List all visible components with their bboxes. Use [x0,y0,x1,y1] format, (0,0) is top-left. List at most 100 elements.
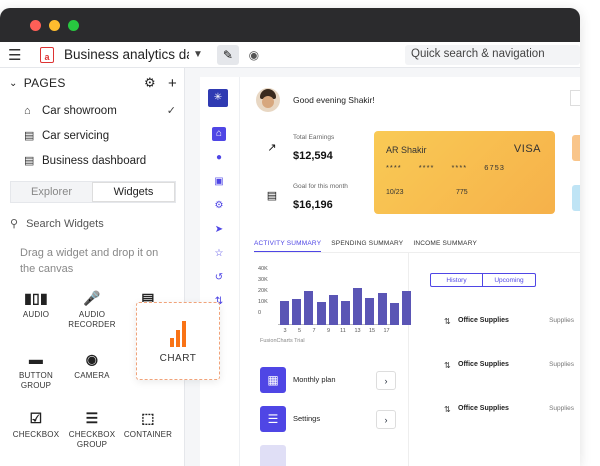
menu-label: Monthly plan [293,375,336,384]
home-nav-icon[interactable]: ⌂ [212,127,226,141]
dashboard-app: ✳ ⌂ ● ▣ ⚙ ➤ ☆ ↺ ⇅ Good evening Shakir! ↗… [200,77,580,466]
menu-partial[interactable] [260,445,396,466]
send-nav-icon[interactable]: ➤ [212,223,226,237]
chart-bar[interactable] [341,300,350,325]
chart-bar[interactable] [402,290,411,325]
chart-bar[interactable] [365,297,375,325]
history-button[interactable]: History [430,273,483,287]
avatar [256,88,280,112]
sidebar: ⌄ PAGES ⚙ + ⌂ Car showroom ✓ ▤ Car servi… [0,68,185,466]
widget-audio-recorder[interactable]: 🎤 AUDIO RECORDER [67,290,117,330]
total-earnings-value: $12,594 [293,150,333,162]
quick-search-input[interactable]: Quick search & navigation [405,45,580,65]
upcoming-button[interactable]: Upcoming [483,273,536,287]
app-toolbar: ☰ a Business analytics das… ▼ ✎ ◉ Quick … [0,42,580,68]
search-widgets-input[interactable]: ⚲ Search Widgets [10,217,104,230]
app-brand-icon[interactable]: ✳ [208,89,228,107]
edit-mode-pencil-icon[interactable]: ✎ [216,44,239,65]
gear-icon[interactable]: ⚙ [144,75,156,91]
page-item-car-showroom[interactable]: ⌂ Car showroom ✓ [0,98,184,123]
preview-eye-icon[interactable]: ◉ [243,45,265,65]
canvas-edge-card [570,90,580,106]
history-upcoming-toggle: History Upcoming [430,273,536,287]
history-nav-icon[interactable]: ↺ [212,271,226,285]
chart-bar[interactable] [328,295,338,325]
tabs-divider [254,252,580,253]
menu-monthly-plan[interactable]: ▦ Monthly plan › [260,367,396,393]
user-nav-icon[interactable]: ● [212,151,226,165]
check-icon: ✓ [166,105,176,117]
goal-label: Goal for this month [293,183,348,190]
card-cvv: 775 [456,189,468,196]
widget-button-group[interactable]: ▬ BUTTON GROUP [11,351,61,391]
chart-bar[interactable] [292,298,302,325]
page-item-car-servicing[interactable]: ▤ Car servicing [0,123,184,148]
card-expiry: 10/23 [386,189,404,196]
chart-bar[interactable] [304,290,314,325]
chevron-down-icon[interactable]: ▼ [193,49,203,60]
widget-camera[interactable]: ◉ CAMERA [67,351,117,381]
tab-income-summary[interactable]: INCOME SUMMARY [413,240,477,252]
credit-card[interactable]: AR Shakir VISA **** **** **** 6753 10/23… [374,131,555,214]
page-item-label: Car servicing [42,129,110,142]
collapse-chevron-icon[interactable]: ⌄ [9,78,18,89]
widget-checkbox[interactable]: ☑ CHECKBOX [11,410,61,440]
checkbox-icon: ☑ [29,410,43,426]
add-page-plus-icon[interactable]: + [168,75,177,92]
next-card-peek [572,135,580,161]
transfer-arrows-icon: ⇅ [444,317,451,326]
card-number: **** **** **** 6753 [386,163,505,172]
minimize-window-button[interactable] [49,19,60,31]
sliders-icon: ☰ [260,406,286,432]
tab-activity-summary[interactable]: ACTIVITY SUMMARY [254,240,322,252]
chart-bar[interactable] [389,303,399,325]
transaction-category: Supplies [549,405,574,412]
widget-label: CAMERA [74,371,110,380]
transaction-category: Supplies [549,317,574,324]
container-icon: ⬚ [141,410,155,426]
widget-label: BUTTON GROUP [19,371,53,390]
chart-bar[interactable] [280,300,289,325]
page-item-label: Car showroom [42,104,117,117]
dragging-chart-widget[interactable]: CHART [136,302,220,380]
y-tick-label: 0 [258,310,262,316]
button-group-icon: ▬ [28,351,44,367]
y-tick-label: 20K [258,288,268,294]
y-tick-label: 40K [258,266,268,272]
card-brand: VISA [513,143,541,155]
star-nav-icon[interactable]: ☆ [212,247,226,261]
y-tick-label: 30K [258,277,268,283]
page-item-label: Business dashboard [42,154,147,167]
widget-container[interactable]: ⬚ CONTAINER [123,410,173,440]
hamburger-menu-icon[interactable]: ☰ [8,46,32,64]
chat-nav-icon[interactable]: ▣ [212,175,226,189]
app-title[interactable]: Business analytics das… [64,47,189,62]
trend-up-icon: ↗ [267,141,277,154]
settings-nav-icon[interactable]: ⚙ [212,199,226,213]
chart-bar[interactable] [377,293,387,325]
close-window-button[interactable] [30,19,41,31]
audio-icon: ▮▯▮ [24,290,48,306]
calendar-icon: ▦ [260,367,286,393]
chart-credit: FusionCharts Trial [260,338,305,344]
y-tick-label: 10K [258,299,268,305]
search-widgets-placeholder: Search Widgets [26,218,104,230]
x-tick-label: 11 [340,328,346,334]
tab-widgets[interactable]: Widgets [92,182,175,202]
chevron-right-icon[interactable]: › [376,410,396,429]
chevron-right-icon[interactable]: › [376,371,396,390]
widget-audio[interactable]: ▮▯▮ AUDIO [11,290,61,320]
maximize-window-button[interactable] [68,19,79,31]
widget-checkbox-group[interactable]: ☰ CHECKBOX GROUP [67,410,117,450]
transaction-label: Office Supplies [458,317,509,324]
transaction-label: Office Supplies [458,361,509,368]
canvas[interactable]: ✳ ⌂ ● ▣ ⚙ ➤ ☆ ↺ ⇅ Good evening Shakir! ↗… [185,68,580,466]
explorer-widgets-toggle: Explorer Widgets [10,181,176,203]
title-bar [0,8,580,42]
tab-spending-summary[interactable]: SPENDING SUMMARY [331,240,403,252]
menu-settings[interactable]: ☰ Settings › [260,406,396,432]
chart-bar[interactable] [353,287,363,325]
chart-bar[interactable] [316,301,326,325]
page-item-business-dashboard[interactable]: ▤ Business dashboard [0,148,184,173]
tab-explorer[interactable]: Explorer [11,182,92,202]
